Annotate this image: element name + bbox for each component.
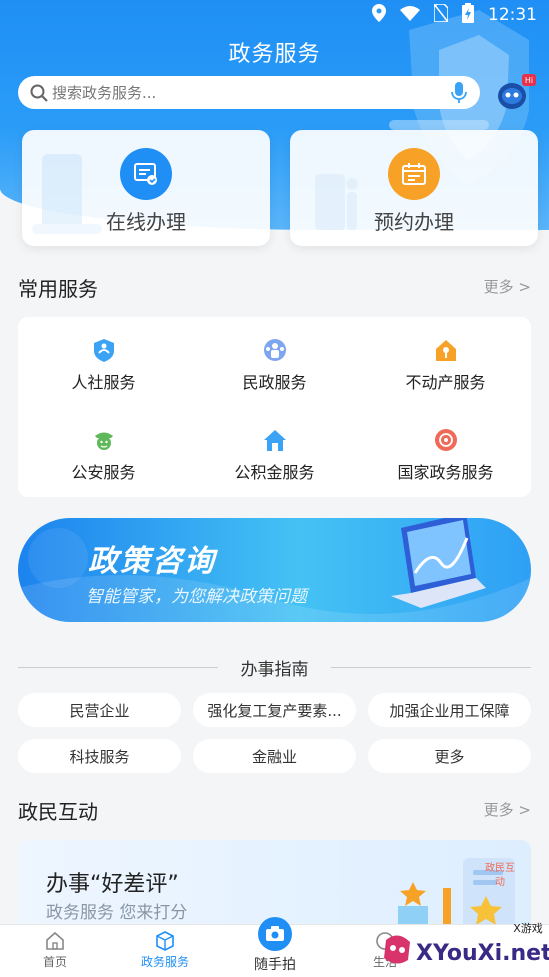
status-bar: 12:31: [0, 0, 549, 30]
appointment-service-card[interactable]: 预约办理: [290, 130, 538, 246]
guide-tag-tech-services[interactable]: 科技服务: [18, 739, 181, 773]
service-item-civil-affairs[interactable]: 民政服务: [189, 337, 360, 393]
nav-label: 首页: [42, 955, 67, 969]
common-services-panel: 人社服务 民政服务 不动产服务 公安服务 公积金服务 国家政务服务: [18, 317, 531, 497]
appointment-icon: [388, 148, 440, 200]
nav-gov-services[interactable]: 政务服务: [110, 931, 220, 970]
common-services-title: 常用服务: [18, 277, 98, 301]
snapshot-label[interactable]: 随手拍: [220, 954, 330, 974]
national-emblem-icon: [434, 429, 457, 451]
guide-tag-more[interactable]: 更多: [368, 739, 531, 773]
battery-icon: [462, 2, 474, 28]
home-fund-icon: [263, 430, 286, 451]
robot-badge: Hi: [525, 76, 533, 85]
robot-assistant-icon[interactable]: Hi: [494, 74, 538, 112]
page-title: 政务服务: [228, 42, 321, 67]
interaction-more-link[interactable]: 更多 >: [484, 799, 531, 820]
service-label: 人社服务: [71, 373, 136, 392]
service-label: 民政服务: [242, 373, 307, 392]
cube-icon: [156, 931, 174, 951]
service-item-real-estate[interactable]: 不动产服务: [360, 337, 531, 393]
guide-tag-resume-production[interactable]: 强化复工复产要素...: [193, 693, 356, 727]
search-input[interactable]: [52, 83, 450, 102]
guide-tag-private-enterprise[interactable]: 民营企业: [18, 693, 181, 727]
guide-tag-employment[interactable]: 加强企业用工保障: [368, 693, 531, 727]
online-service-card[interactable]: 在线办理: [22, 130, 270, 246]
divider-line-right: [331, 667, 531, 668]
laptop-chart-icon: [391, 518, 486, 608]
nav-home[interactable]: 首页: [0, 931, 110, 970]
service-item-housing-fund[interactable]: 公积金服务: [189, 427, 360, 483]
common-services-more-link[interactable]: 更多 >: [484, 276, 531, 297]
people-badge-icon: [93, 339, 114, 362]
location-icon: [372, 3, 386, 27]
service-label: 公安服务: [71, 463, 136, 482]
service-item-social-security[interactable]: 人社服务: [18, 337, 189, 393]
microphone-icon[interactable]: [450, 81, 468, 104]
service-label: 国家政务服务: [397, 463, 494, 482]
policy-consult-banner[interactable]: 政策咨询 智能管家，为您解决政策问题: [18, 518, 531, 622]
camera-icon: [266, 926, 284, 941]
clock: 12:31: [488, 5, 537, 25]
search-bar[interactable]: [18, 76, 480, 109]
rating-card-title: 办事“好差评”: [46, 872, 179, 897]
interaction-title: 政民互动: [18, 800, 98, 824]
guide-divider: 办事指南: [18, 655, 531, 680]
banner-title: 政策咨询: [88, 544, 216, 579]
online-service-label: 在线办理: [106, 210, 186, 234]
watermark-text: XYouXi.net: [416, 941, 549, 966]
nav-label: 政务服务: [140, 955, 189, 969]
service-label: 不动产服务: [405, 373, 486, 392]
rating-card-badge: 政民互动: [485, 863, 515, 888]
search-icon: [30, 84, 48, 102]
watermark-logo: X游戏 XYouXi.net: [378, 920, 549, 977]
snapshot-camera-button[interactable]: [258, 917, 292, 951]
online-service-icon: [120, 148, 172, 200]
service-item-national-gov[interactable]: 国家政务服务: [360, 427, 531, 483]
wifi-icon: [400, 5, 420, 26]
civil-affairs-icon: [263, 339, 286, 361]
rating-card-subtitle: 政务服务 您来打分: [46, 903, 188, 923]
no-sim-icon: [433, 2, 449, 27]
service-label: 公积金服务: [234, 463, 315, 482]
watermark-sub: X游戏: [513, 922, 543, 935]
house-key-icon: [435, 340, 456, 361]
appointment-service-label: 预约办理: [374, 210, 454, 234]
guide-tag-finance[interactable]: 金融业: [193, 739, 356, 773]
banner-subtitle: 智能管家，为您解决政策问题: [86, 587, 307, 607]
home-icon: [46, 931, 64, 950]
police-icon: [94, 432, 113, 450]
service-item-police[interactable]: 公安服务: [18, 427, 189, 483]
